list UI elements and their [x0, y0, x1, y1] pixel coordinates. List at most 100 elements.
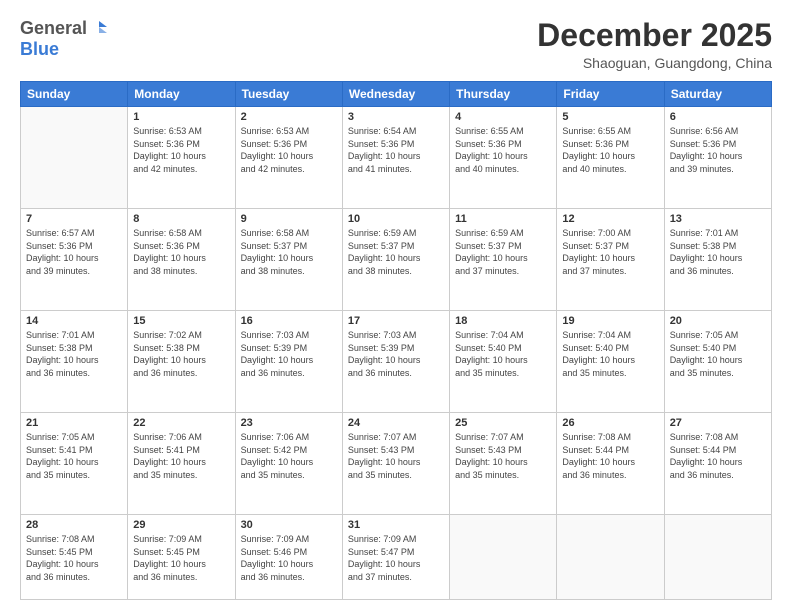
header: General Blue December 2025 Shaoguan, Gua… — [20, 18, 772, 71]
calendar-day-cell — [450, 514, 557, 599]
calendar-day-cell: 2 Sunrise: 6:53 AM Sunset: 5:36 PM Daylig… — [235, 107, 342, 209]
calendar-day-cell: 30 Sunrise: 7:09 AM Sunset: 5:46 PM Dayli… — [235, 514, 342, 599]
calendar-day-cell — [21, 107, 128, 209]
calendar-day-cell: 8 Sunrise: 6:58 AM Sunset: 5:36 PM Daylig… — [128, 209, 235, 311]
day-of-week-header: Sunday — [21, 82, 128, 107]
calendar-day-cell: 11 Sunrise: 6:59 AM Sunset: 5:37 PM Dayli… — [450, 209, 557, 311]
day-number: 24 — [348, 417, 444, 429]
day-number: 15 — [133, 315, 229, 327]
day-number: 10 — [348, 213, 444, 225]
day-info: Sunrise: 7:00 AM Sunset: 5:37 PM Dayligh… — [562, 227, 658, 277]
day-info: Sunrise: 6:59 AM Sunset: 5:37 PM Dayligh… — [455, 227, 551, 277]
calendar-day-cell: 15 Sunrise: 7:02 AM Sunset: 5:38 PM Dayli… — [128, 311, 235, 413]
day-of-week-header: Monday — [128, 82, 235, 107]
calendar-day-cell: 24 Sunrise: 7:07 AM Sunset: 5:43 PM Dayli… — [342, 413, 449, 515]
calendar-day-cell: 25Sunrise: 7:07 AM Sunset: 5:43 PM Dayli… — [450, 413, 557, 515]
calendar-week-row: 14Sunrise: 7:01 AM Sunset: 5:38 PM Dayli… — [21, 311, 772, 413]
calendar-table: SundayMondayTuesdayWednesdayThursdayFrid… — [20, 81, 772, 600]
logo-blue-text: Blue — [20, 39, 59, 60]
day-number: 22 — [133, 417, 229, 429]
calendar-week-row: 7 Sunrise: 6:57 AM Sunset: 5:36 PM Daylig… — [21, 209, 772, 311]
day-number: 12 — [562, 213, 658, 225]
calendar-day-cell: 5 Sunrise: 6:55 AM Sunset: 5:36 PM Daylig… — [557, 107, 664, 209]
day-of-week-header: Tuesday — [235, 82, 342, 107]
day-info: Sunrise: 6:54 AM Sunset: 5:36 PM Dayligh… — [348, 125, 444, 175]
day-info: Sunrise: 7:04 AM Sunset: 5:40 PM Dayligh… — [562, 329, 658, 379]
day-number: 31 — [348, 519, 444, 531]
day-number: 4 — [455, 111, 551, 123]
day-info: Sunrise: 7:06 AM Sunset: 5:42 PM Dayligh… — [241, 431, 337, 481]
day-info: Sunrise: 7:07 AM Sunset: 5:43 PM Dayligh… — [455, 431, 551, 481]
day-info: Sunrise: 7:05 AM Sunset: 5:40 PM Dayligh… — [670, 329, 766, 379]
day-info: Sunrise: 7:01 AM Sunset: 5:38 PM Dayligh… — [26, 329, 122, 379]
calendar-day-cell: 1Sunrise: 6:53 AM Sunset: 5:36 PM Daylig… — [128, 107, 235, 209]
day-info: Sunrise: 7:09 AM Sunset: 5:46 PM Dayligh… — [241, 533, 337, 583]
logo-flag-icon — [89, 19, 109, 39]
day-info: Sunrise: 6:53 AM Sunset: 5:36 PM Dayligh… — [241, 125, 337, 175]
day-info: Sunrise: 7:01 AM Sunset: 5:38 PM Dayligh… — [670, 227, 766, 277]
day-number: 7 — [26, 213, 122, 225]
logo: General Blue — [20, 18, 109, 60]
title-block: December 2025 Shaoguan, Guangdong, China — [537, 18, 772, 71]
calendar-day-cell: 23 Sunrise: 7:06 AM Sunset: 5:42 PM Dayli… — [235, 413, 342, 515]
calendar-day-cell: 9 Sunrise: 6:58 AM Sunset: 5:37 PM Daylig… — [235, 209, 342, 311]
day-number: 23 — [241, 417, 337, 429]
location-title: Shaoguan, Guangdong, China — [537, 55, 772, 71]
calendar-day-cell: 4 Sunrise: 6:55 AM Sunset: 5:36 PM Daylig… — [450, 107, 557, 209]
day-number: 16 — [241, 315, 337, 327]
day-number: 21 — [26, 417, 122, 429]
day-of-week-header: Wednesday — [342, 82, 449, 107]
calendar-day-cell: 17Sunrise: 7:03 AM Sunset: 5:39 PM Dayli… — [342, 311, 449, 413]
day-info: Sunrise: 6:56 AM Sunset: 5:36 PM Dayligh… — [670, 125, 766, 175]
day-number: 30 — [241, 519, 337, 531]
day-info: Sunrise: 7:03 AM Sunset: 5:39 PM Dayligh… — [241, 329, 337, 379]
day-info: Sunrise: 6:53 AM Sunset: 5:36 PM Dayligh… — [133, 125, 229, 175]
day-info: Sunrise: 7:05 AM Sunset: 5:41 PM Dayligh… — [26, 431, 122, 481]
day-info: Sunrise: 7:08 AM Sunset: 5:44 PM Dayligh… — [562, 431, 658, 481]
day-info: Sunrise: 6:55 AM Sunset: 5:36 PM Dayligh… — [562, 125, 658, 175]
day-info: Sunrise: 7:08 AM Sunset: 5:45 PM Dayligh… — [26, 533, 122, 583]
day-of-week-header: Thursday — [450, 82, 557, 107]
page: General Blue December 2025 Shaoguan, Gua… — [0, 0, 792, 612]
calendar-day-cell: 29Sunrise: 7:09 AM Sunset: 5:45 PM Dayli… — [128, 514, 235, 599]
day-number: 18 — [455, 315, 551, 327]
logo-general-text: General — [20, 18, 87, 39]
day-number: 26 — [562, 417, 658, 429]
calendar-day-cell: 13 Sunrise: 7:01 AM Sunset: 5:38 PM Dayli… — [664, 209, 771, 311]
day-number: 9 — [241, 213, 337, 225]
calendar-header-row: SundayMondayTuesdayWednesdayThursdayFrid… — [21, 82, 772, 107]
day-number: 2 — [241, 111, 337, 123]
day-info: Sunrise: 6:55 AM Sunset: 5:36 PM Dayligh… — [455, 125, 551, 175]
calendar-day-cell: 31 Sunrise: 7:09 AM Sunset: 5:47 PM Dayli… — [342, 514, 449, 599]
calendar-day-cell: 16 Sunrise: 7:03 AM Sunset: 5:39 PM Dayli… — [235, 311, 342, 413]
day-info: Sunrise: 6:58 AM Sunset: 5:37 PM Dayligh… — [241, 227, 337, 277]
day-number: 6 — [670, 111, 766, 123]
calendar-day-cell — [557, 514, 664, 599]
day-info: Sunrise: 7:03 AM Sunset: 5:39 PM Dayligh… — [348, 329, 444, 379]
day-info: Sunrise: 6:59 AM Sunset: 5:37 PM Dayligh… — [348, 227, 444, 277]
day-info: Sunrise: 6:58 AM Sunset: 5:36 PM Dayligh… — [133, 227, 229, 277]
calendar-day-cell: 10 Sunrise: 6:59 AM Sunset: 5:37 PM Dayli… — [342, 209, 449, 311]
calendar-week-row: 28Sunrise: 7:08 AM Sunset: 5:45 PM Dayli… — [21, 514, 772, 599]
calendar-day-cell: 18 Sunrise: 7:04 AM Sunset: 5:40 PM Dayli… — [450, 311, 557, 413]
day-number: 8 — [133, 213, 229, 225]
day-info: Sunrise: 7:09 AM Sunset: 5:45 PM Dayligh… — [133, 533, 229, 583]
day-of-week-header: Saturday — [664, 82, 771, 107]
calendar-day-cell: 6 Sunrise: 6:56 AM Sunset: 5:36 PM Daylig… — [664, 107, 771, 209]
day-number: 5 — [562, 111, 658, 123]
month-title: December 2025 — [537, 18, 772, 53]
day-number: 3 — [348, 111, 444, 123]
day-info: Sunrise: 7:04 AM Sunset: 5:40 PM Dayligh… — [455, 329, 551, 379]
day-number: 13 — [670, 213, 766, 225]
calendar-day-cell — [664, 514, 771, 599]
day-of-week-header: Friday — [557, 82, 664, 107]
day-info: Sunrise: 7:07 AM Sunset: 5:43 PM Dayligh… — [348, 431, 444, 481]
calendar-day-cell: 3 Sunrise: 6:54 AM Sunset: 5:36 PM Daylig… — [342, 107, 449, 209]
calendar-day-cell: 12 Sunrise: 7:00 AM Sunset: 5:37 PM Dayli… — [557, 209, 664, 311]
calendar-day-cell: 19Sunrise: 7:04 AM Sunset: 5:40 PM Dayli… — [557, 311, 664, 413]
day-info: Sunrise: 6:57 AM Sunset: 5:36 PM Dayligh… — [26, 227, 122, 277]
day-number: 11 — [455, 213, 551, 225]
day-info: Sunrise: 7:02 AM Sunset: 5:38 PM Dayligh… — [133, 329, 229, 379]
calendar-day-cell: 22Sunrise: 7:06 AM Sunset: 5:41 PM Dayli… — [128, 413, 235, 515]
day-info: Sunrise: 7:09 AM Sunset: 5:47 PM Dayligh… — [348, 533, 444, 583]
